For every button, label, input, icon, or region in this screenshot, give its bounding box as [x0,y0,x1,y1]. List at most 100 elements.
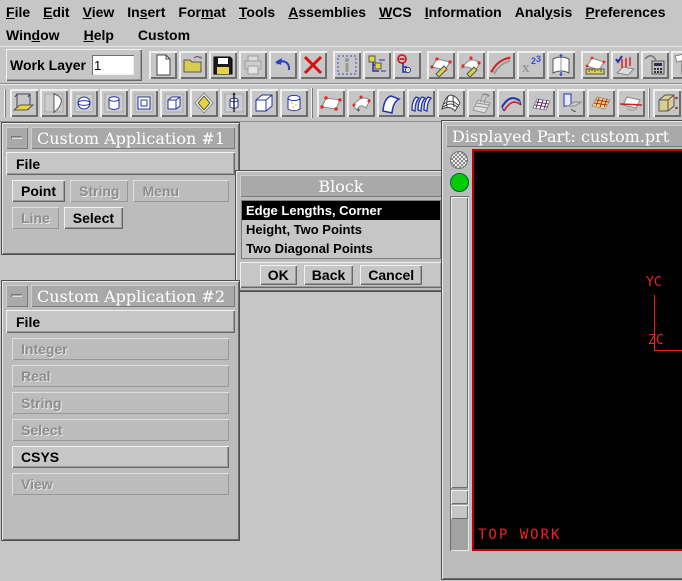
ca2-button-view: View [12,473,229,495]
boss-button[interactable] [100,89,128,117]
mesh-surface-button[interactable] [527,89,555,117]
open-part-button[interactable] [179,51,207,79]
undo-button[interactable] [269,51,297,79]
minimize-button[interactable] [6,285,28,307]
bounded-plane-button[interactable] [317,89,345,117]
wcs-x-axis [654,350,682,351]
through-curves-button[interactable] [407,89,435,117]
bridge-curve-icon [489,53,513,77]
sketch-button[interactable] [190,89,218,117]
angle-calculator-button[interactable] [671,51,682,79]
measure-face-icon [583,53,607,77]
menu-item-information[interactable]: Information [425,4,502,20]
deviation-check-button[interactable] [611,51,639,79]
part-booklet-button[interactable] [547,51,575,79]
ca1-button-point[interactable]: Point [12,180,65,202]
vertical-scrollbar[interactable] [450,196,469,551]
four-point-surface-icon [349,91,373,115]
delete-button[interactable] [299,51,327,79]
hole-button[interactable] [70,89,98,117]
block-option-two-diagonal-points[interactable]: Two Diagonal Points [242,239,440,258]
four-point-surface-button[interactable] [347,89,375,117]
new-part-button[interactable] [149,51,177,79]
menu-item-wcs[interactable]: WCS [379,4,412,20]
ca2-button-integer: Integer [12,338,229,360]
graphics-viewport[interactable]: YC ZC TOP WORK [472,149,682,551]
minimize-button[interactable] [6,127,28,149]
styled-blend-button[interactable] [457,51,485,79]
pocket-button[interactable] [130,89,158,117]
ruled-surface-icon [379,91,403,115]
busy-indicator-icon [450,151,468,169]
print-icon [241,53,265,77]
block-option-height-two-points[interactable]: Height, Two Points [242,220,440,239]
block-option-edge-lengths-corner[interactable]: Edge Lengths, Corner [242,201,440,220]
information-button[interactable] [333,51,361,79]
toolbar-grip[interactable] [4,89,7,117]
assembly-navigator-button[interactable] [363,51,391,79]
ca2-menu-file[interactable]: File [16,314,40,330]
trimmed-sheet-button[interactable] [617,89,645,117]
section-surface-button[interactable] [497,89,525,117]
swept-surface-button[interactable] [467,89,495,117]
extension-button[interactable] [557,89,585,117]
constraint-navigator-icon [395,53,419,77]
work-layer-input[interactable] [92,55,134,75]
curve-mesh-icon [439,91,463,115]
menu-item-help[interactable]: Help [84,27,114,43]
cancel-button[interactable]: Cancel [360,265,422,285]
back-button[interactable]: Back [304,265,353,285]
swept-surface-icon [469,91,493,115]
orient-view-icon [655,91,679,115]
distance-calculator-button[interactable] [641,51,669,79]
toolbar-separator [648,88,650,118]
scrollbar-button-up[interactable] [451,490,468,504]
through-curves-icon [409,91,433,115]
bridge-curve-button[interactable] [487,51,515,79]
ruled-surface-button[interactable] [377,89,405,117]
menu-item-insert[interactable]: Insert [127,4,165,20]
trimmed-sheet-icon [619,91,643,115]
save-part-button[interactable] [209,51,237,79]
datum-axis-button[interactable] [220,89,248,117]
desktop: { "menu": { "row1": [ {"label":"File","u… [0,0,682,581]
menu-item-tools[interactable]: Tools [239,4,275,20]
ca2-menubar: File [6,310,235,333]
ca2-button-string: String [12,392,229,414]
menu-item-window[interactable]: Window [6,27,60,43]
main-menubar-row1: File Edit View Insert Format Tools Assemblies W… [0,0,682,23]
open-part-icon [181,53,205,77]
scrollbar-thumb[interactable] [451,197,468,488]
menu-item-custom[interactable]: Custom [138,27,190,43]
menu-item-assemblies[interactable]: Assemblies [288,4,366,20]
scrollbar-button-down[interactable] [451,505,468,519]
ca1-button-select[interactable]: Select [64,207,123,229]
cylinder-icon [282,91,306,115]
ok-button[interactable]: OK [260,265,297,285]
measure-face-button[interactable] [581,51,609,79]
interrupt-stoplight-icon[interactable] [450,173,469,192]
ca2-button-csys[interactable]: CSYS [12,446,229,468]
trimmed-body-button[interactable] [40,89,68,117]
menu-item-analysis[interactable]: Analysis [515,4,573,20]
cylinder-button[interactable] [280,89,308,117]
ca1-menu-file[interactable]: File [16,156,40,172]
menu-item-format[interactable]: Format [178,4,225,20]
pad-icon [162,91,186,115]
menu-item-edit[interactable]: Edit [43,4,69,20]
menu-item-preferences[interactable]: Preferences [585,4,665,20]
studio-surface-button[interactable] [427,51,455,79]
law-extension-button[interactable] [587,89,615,117]
pad-button[interactable] [160,89,188,117]
block-button[interactable] [250,89,278,117]
constraint-navigator-button[interactable] [393,51,421,79]
datum-plane-button[interactable] [10,89,38,117]
work-layer-panel: Work Layer [6,49,142,81]
menu-item-view[interactable]: View [83,4,115,20]
view-status-text: TOP WORK [478,527,561,543]
orient-view-button[interactable] [653,89,681,117]
curve-mesh-button[interactable] [437,89,465,117]
menu-item-file[interactable]: File [6,4,30,20]
hole-icon [72,91,96,115]
angle-calculator-icon [673,53,682,77]
